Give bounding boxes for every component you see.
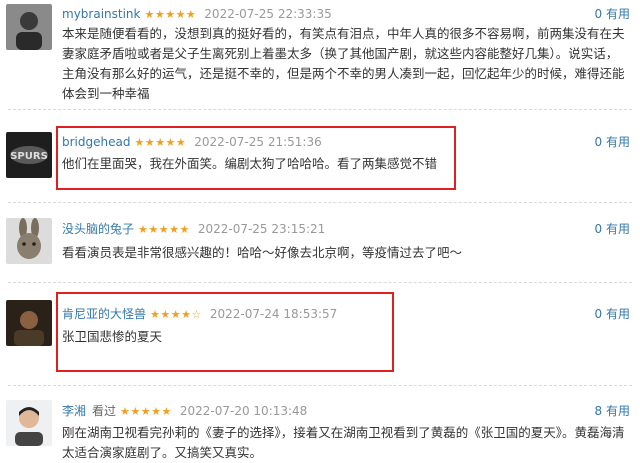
username-link[interactable]: 李湘: [62, 404, 86, 418]
divider: [8, 282, 632, 283]
watched-tag: 看过: [92, 404, 117, 418]
review-timestamp: 2022-07-25 23:15:21: [197, 222, 326, 236]
username-link[interactable]: bridgehead: [62, 135, 130, 149]
user-avatar[interactable]: [6, 300, 52, 346]
username-link[interactable]: mybrainstink: [62, 7, 140, 21]
review-meta: 李湘 看过 ★★★★★ 2022-07-20 10:13:48: [62, 403, 307, 419]
review-content: 刚在湖南卫视看完孙莉的《妻子的选择》，接着又在湖南卫视看到了黄磊的《张卫国的夏天…: [62, 425, 625, 460]
review-timestamp: 2022-07-20 10:13:48: [179, 404, 308, 418]
useful-button[interactable]: 0 有用: [595, 306, 630, 322]
divider: [8, 202, 632, 203]
review-content: 看看演员表是非常很感兴趣的！哈哈～好像去北京啊，等疫情过去了吧～: [62, 245, 463, 260]
rating-stars: ★★★★★: [134, 136, 187, 149]
review-meta: mybrainstink ★★★★★ 2022-07-25 22:33:35: [62, 6, 332, 22]
rating-stars: ★★★★★: [138, 223, 190, 236]
rating-stars: ★★★★☆: [150, 308, 202, 321]
user-avatar[interactable]: [6, 218, 52, 264]
review-content: 他们在里面哭，我在外面笑。编剧太狗了哈哈哈。看了两集感觉不错: [62, 156, 438, 171]
user-avatar[interactable]: SPURS: [6, 132, 52, 178]
user-avatar[interactable]: [6, 4, 52, 50]
useful-button[interactable]: 0 有用: [595, 6, 630, 22]
divider: [8, 385, 632, 386]
svg-text:SPURS: SPURS: [10, 151, 48, 162]
username-link[interactable]: 肯尼亚的大怪兽: [62, 307, 146, 321]
review-meta: bridgehead ★★★★★ 2022-07-25 21:51:36: [62, 134, 322, 150]
review-timestamp: 2022-07-25 21:51:36: [194, 135, 322, 149]
useful-button[interactable]: 0 有用: [595, 221, 630, 237]
review-timestamp: 2022-07-25 22:33:35: [204, 7, 332, 21]
useful-button[interactable]: 0 有用: [595, 134, 630, 150]
review-content: 本来是随便看看的，没想到真的挺好看的，有笑点有泪点，中年人真的很多不容易啊，前两…: [62, 26, 625, 101]
review-meta: 没头脑的兔子 ★★★★★ 2022-07-25 23:15:21: [62, 221, 325, 237]
review-meta: 肯尼亚的大怪兽 ★★★★☆ 2022-07-24 18:53:57: [62, 306, 337, 322]
review-content: 张卫国悲惨的夏天: [62, 329, 163, 344]
rating-stars: ★★★★★: [144, 8, 197, 21]
username-link[interactable]: 没头脑的兔子: [62, 222, 134, 236]
useful-button[interactable]: 8 有用: [595, 403, 630, 419]
divider: [8, 109, 632, 110]
rating-stars: ★★★★★: [120, 405, 172, 418]
review-timestamp: 2022-07-24 18:53:57: [209, 307, 338, 321]
user-avatar[interactable]: [6, 400, 52, 446]
